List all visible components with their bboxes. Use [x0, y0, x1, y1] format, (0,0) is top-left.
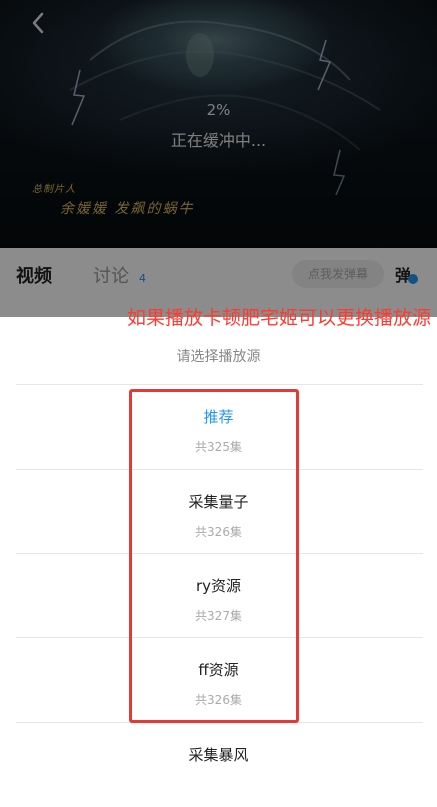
source-name: 推荐 [203, 408, 234, 426]
source-picker-sheet: 请选择播放源 推荐 共325集 采集量子 共326集 ry资源 共327集 ff… [0, 317, 437, 764]
source-name: 采集量子 [188, 493, 249, 511]
source-episode-count: 共327集 [195, 609, 242, 623]
source-item-recommended[interactable]: 推荐 共325集 [0, 385, 437, 469]
credit-names: 余媛媛 发飙的蜗牛 [60, 201, 195, 217]
buffer-percent: 2% [206, 101, 231, 119]
video-player[interactable]: 2% 正在缓冲中... 总制片人 余媛媛 发飙的蜗牛 [0, 0, 437, 248]
content-tab-bar: 视频 讨论 4 点我发弹幕 弹 [0, 248, 437, 302]
source-episode-count: 共326集 [195, 525, 242, 539]
source-episode-count: 共326集 [195, 693, 242, 707]
annotation-text: 如果播放卡顿肥宅姬可以更换播放源 [126, 307, 431, 329]
danmaku-on-indicator [408, 274, 418, 284]
danmaku-input[interactable]: 点我发弹幕 [292, 260, 384, 288]
source-item-ry[interactable]: ry资源 共327集 [0, 554, 437, 638]
source-episode-count: 共325集 [195, 440, 242, 454]
buffer-status-text: 正在缓冲中... [170, 131, 267, 150]
tab-video[interactable]: 视频 [16, 262, 52, 288]
credit-role: 总制片人 [32, 184, 76, 195]
sheet-title: 请选择播放源 [176, 349, 261, 365]
source-name: 采集暴风 [188, 746, 249, 764]
source-item-ff[interactable]: ff资源 共326集 [0, 638, 437, 722]
source-item-liangzi[interactable]: 采集量子 共326集 [0, 470, 437, 554]
source-name: ry资源 [195, 577, 242, 595]
source-item-baofeng[interactable]: 采集暴风 [0, 723, 437, 807]
back-arrow-icon[interactable] [26, 8, 50, 38]
tab-discuss[interactable]: 讨论 [93, 262, 129, 288]
source-name: ff资源 [198, 661, 239, 679]
discuss-count-badge: 4 [139, 272, 146, 285]
